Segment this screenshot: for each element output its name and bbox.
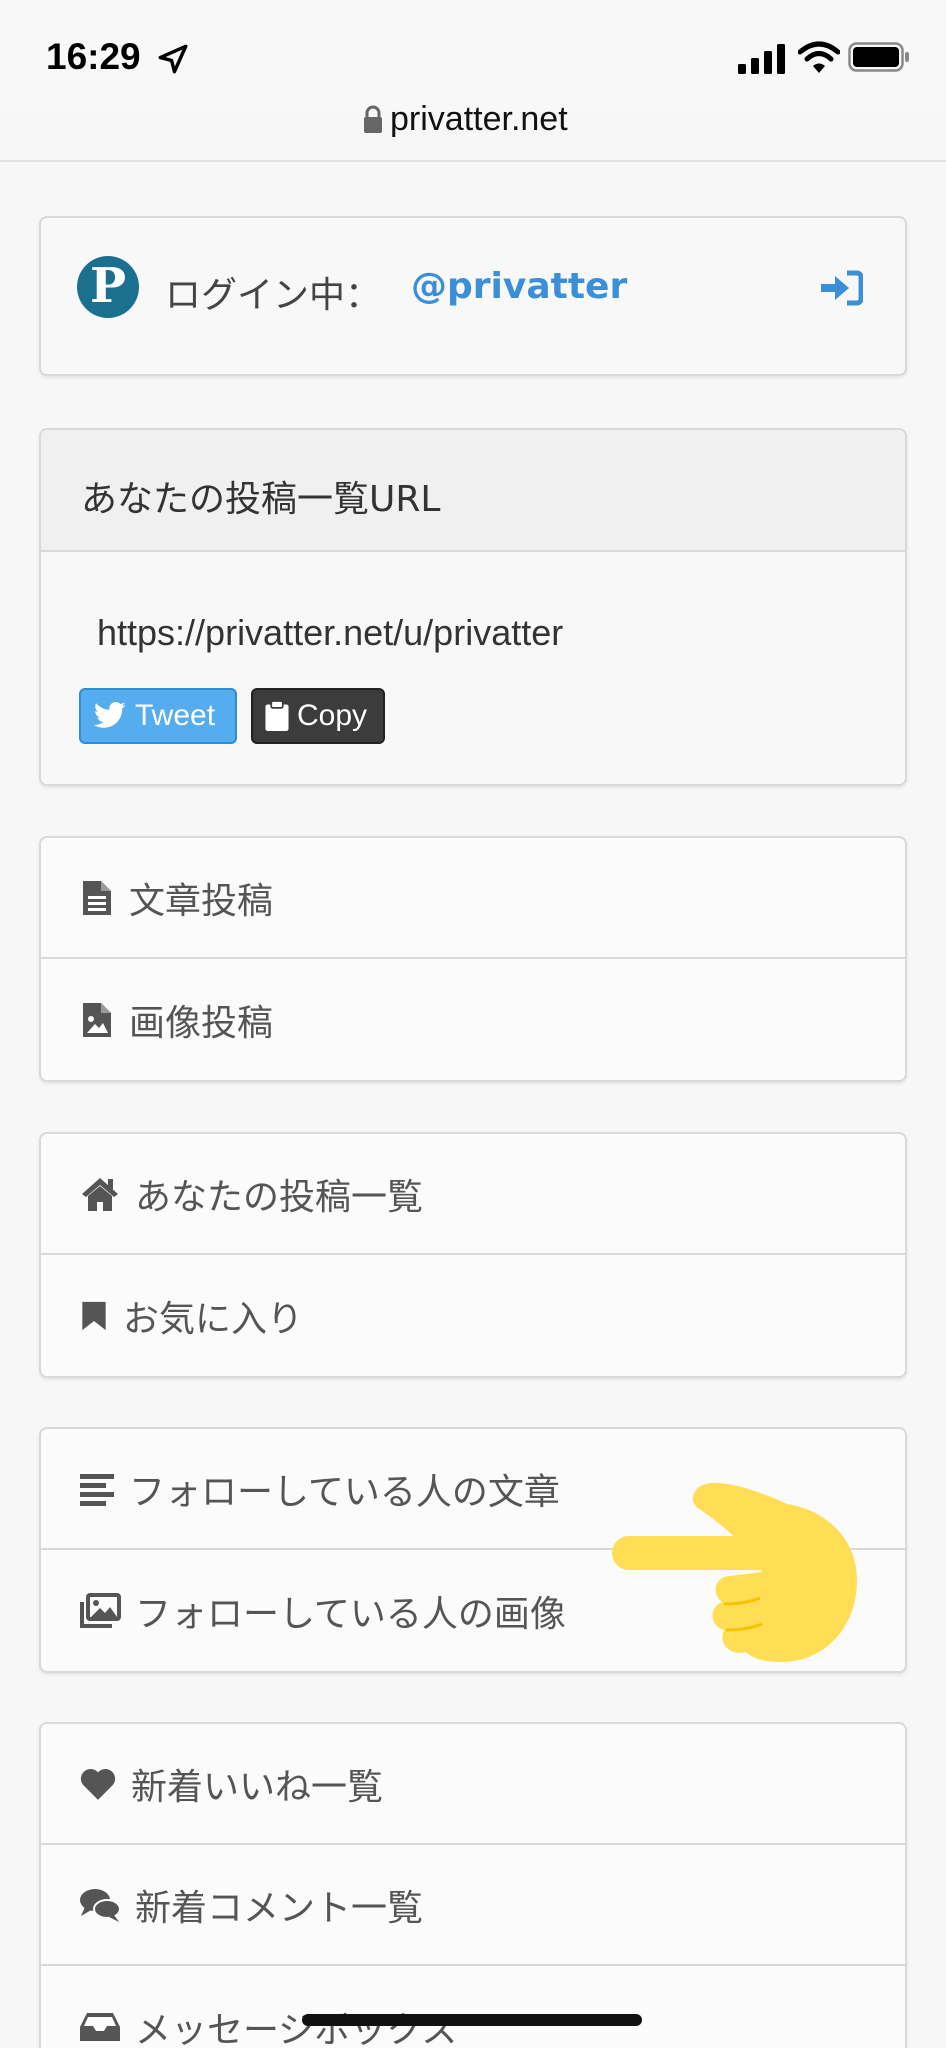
menu-item-label: お気に入り	[123, 1298, 304, 1340]
copy-button-label: Copy	[297, 699, 368, 732]
sign-in-icon[interactable]	[821, 270, 863, 306]
privatter-logo: P	[77, 256, 139, 318]
menu-item-new-likes[interactable]: 新着いいね一覧	[41, 1724, 905, 1845]
menu-item-post-image[interactable]: 画像投稿	[41, 959, 905, 1080]
menu-item-post-text[interactable]: 文章投稿	[41, 838, 905, 959]
wifi-icon	[798, 41, 840, 73]
menu-item-label: 文章投稿	[129, 880, 274, 922]
home-indicator[interactable]	[302, 2014, 642, 2026]
menu-item-favorites[interactable]: お気に入り	[41, 1255, 905, 1376]
share-url-panel: あなたの投稿一覧URL https://privatter.net/u/priv…	[39, 428, 907, 786]
file-image-icon	[83, 1002, 111, 1037]
menu-item-label: 新着コメント一覧	[135, 1887, 424, 1929]
menu-item-label: 新着いいね一覧	[131, 1766, 384, 1808]
tweet-button[interactable]: Tweet	[79, 688, 237, 744]
login-username-link[interactable]: @privatter	[411, 266, 627, 307]
tweet-button-label: Tweet	[135, 699, 216, 732]
pointing-hand-icon	[612, 1482, 857, 1662]
battery-icon	[848, 42, 909, 72]
menu-item-label: フォローしている人の文章	[129, 1471, 560, 1513]
login-panel: P ログイン中： @privatter	[39, 216, 907, 376]
profile-url-text[interactable]: https://privatter.net/u/privatter	[97, 612, 563, 654]
share-url-header: あなたの投稿一覧URL	[41, 430, 905, 552]
activity-panel: 新着いいね一覧 新着コメント一覧 メッセージボックス	[39, 1722, 907, 2048]
post-menu-panel: 文章投稿 画像投稿	[39, 836, 907, 1082]
address-bar-divider	[0, 160, 946, 162]
cell-signal-icon	[738, 44, 785, 74]
comments-icon	[80, 1888, 121, 1922]
images-icon	[80, 1592, 121, 1628]
home-icon	[82, 1177, 118, 1211]
status-time: 16:29	[46, 36, 141, 77]
menu-item-label: 画像投稿	[129, 1002, 274, 1044]
menu-item-label: あなたの投稿一覧	[135, 1176, 424, 1218]
align-left-icon	[80, 1473, 114, 1506]
lock-icon	[364, 105, 382, 133]
status-bar: 16:29 privatter.net	[0, 0, 946, 138]
menu-item-message-box[interactable]: メッセージボックス	[41, 1966, 905, 2048]
inbox-icon	[80, 2012, 120, 2041]
login-status-label: ログイン中：	[165, 275, 382, 316]
share-url-title: あなたの投稿一覧URL	[81, 479, 441, 520]
menu-item-label: フォローしている人の画像	[135, 1593, 566, 1635]
privatter-logo-letter: P	[89, 258, 127, 314]
bookmark-icon	[82, 1301, 106, 1330]
address-bar-url[interactable]: privatter.net	[390, 100, 568, 139]
my-content-panel: あなたの投稿一覧 お気に入り	[39, 1132, 907, 1378]
twitter-bird-icon	[93, 702, 126, 728]
location-arrow-icon	[158, 44, 188, 74]
clipboard-icon	[265, 701, 289, 731]
menu-item-my-posts[interactable]: あなたの投稿一覧	[41, 1134, 905, 1255]
file-text-icon	[83, 880, 111, 915]
menu-item-new-comments[interactable]: 新着コメント一覧	[41, 1845, 905, 1966]
heart-icon	[80, 1768, 116, 1800]
copy-button[interactable]: Copy	[251, 688, 385, 744]
